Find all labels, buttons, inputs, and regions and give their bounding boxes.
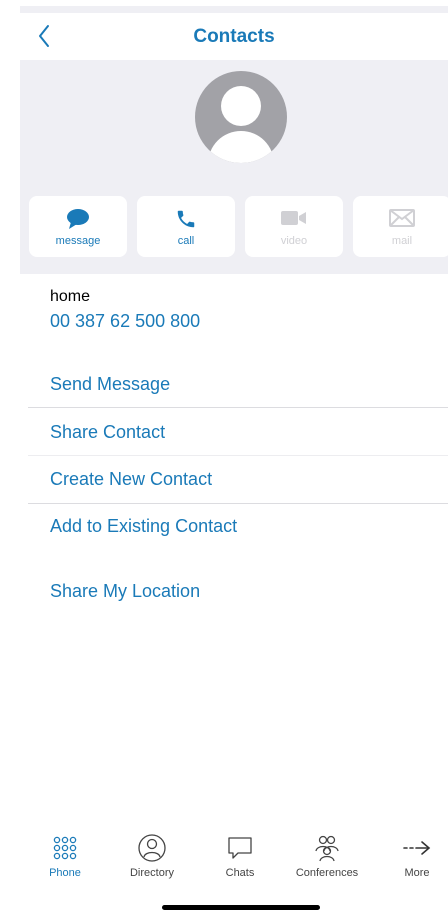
divider bbox=[28, 407, 448, 408]
video-action-button[interactable]: video bbox=[245, 196, 343, 257]
more-arrow-icon bbox=[403, 841, 431, 855]
message-bubble-icon bbox=[67, 209, 89, 229]
home-indicator bbox=[162, 905, 320, 910]
directory-icon bbox=[138, 834, 166, 862]
add-to-existing-contact-button[interactable]: Add to Existing Contact bbox=[50, 516, 237, 537]
mail-action-button[interactable]: mail bbox=[353, 196, 448, 257]
avatar bbox=[195, 71, 287, 163]
share-contact-button[interactable]: Share Contact bbox=[50, 422, 165, 443]
tab-chats[interactable]: Chats bbox=[195, 830, 285, 879]
video-action-label: video bbox=[280, 235, 308, 247]
phone-number-link[interactable]: 00 387 62 500 800 bbox=[50, 311, 200, 332]
contact-header: message call video mail bbox=[20, 60, 448, 274]
message-action-button[interactable]: message bbox=[29, 196, 127, 257]
share-my-location-button[interactable]: Share My Location bbox=[50, 581, 200, 602]
envelope-icon bbox=[389, 209, 415, 227]
tab-label: Chats bbox=[225, 867, 255, 879]
phone-type-label: home bbox=[50, 288, 91, 305]
create-new-contact-button[interactable]: Create New Contact bbox=[50, 469, 212, 490]
tab-label: More bbox=[404, 867, 430, 879]
video-camera-icon bbox=[281, 211, 306, 225]
chat-bubble-icon bbox=[228, 837, 252, 859]
send-message-button[interactable]: Send Message bbox=[50, 374, 170, 395]
tab-label: Phone bbox=[49, 867, 81, 879]
status-strip bbox=[20, 6, 448, 13]
tab-label: Conferences bbox=[295, 867, 359, 879]
keypad-icon bbox=[53, 836, 77, 860]
tab-directory[interactable]: Directory bbox=[107, 830, 197, 879]
tab-more[interactable]: More bbox=[372, 830, 448, 879]
mail-action-label: mail bbox=[391, 235, 413, 247]
conference-group-icon bbox=[315, 835, 339, 862]
phone-icon bbox=[177, 210, 195, 228]
avatar-head bbox=[221, 86, 261, 126]
tab-phone[interactable]: Phone bbox=[20, 830, 110, 879]
nav-bar: Contacts bbox=[20, 13, 448, 60]
call-action-label: call bbox=[177, 235, 195, 247]
tab-bar: Phone Directory Chats Conferences More bbox=[20, 830, 448, 890]
page-title: Contacts bbox=[193, 26, 275, 47]
divider bbox=[28, 455, 448, 456]
call-action-button[interactable]: call bbox=[137, 196, 235, 257]
tab-conferences[interactable]: Conferences bbox=[282, 830, 372, 879]
divider bbox=[28, 503, 448, 504]
avatar-body bbox=[208, 131, 274, 163]
message-action-label: message bbox=[55, 235, 101, 247]
tab-label: Directory bbox=[129, 867, 174, 879]
